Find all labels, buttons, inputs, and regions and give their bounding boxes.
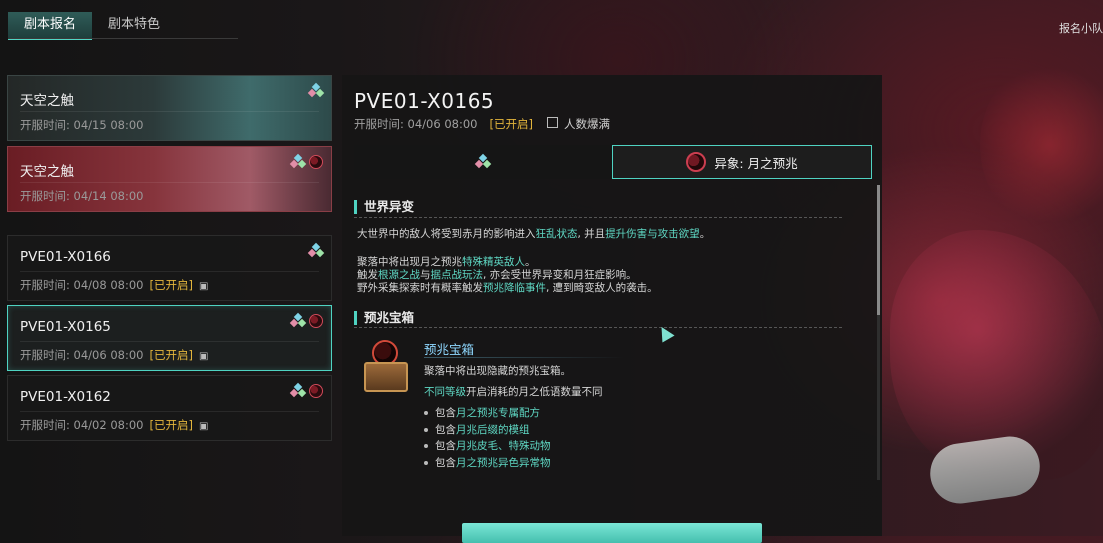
population: 人数爆满 <box>546 116 610 132</box>
team-signup-label[interactable]: 报名小队 <box>1059 20 1103 36</box>
chest-icon <box>360 340 410 392</box>
list-item: 包含 月之预兆专属配方 <box>424 405 551 422</box>
section-divider <box>354 327 842 328</box>
server-item-x0166[interactable]: PVE01-X0166 开服时间: 04/08 08:00 [已开启] ▣ <box>7 235 332 301</box>
server-name: PVE01-X0162 <box>20 389 111 405</box>
tab-script-features[interactable]: 剧本特色 <box>92 12 176 38</box>
chest-title-divider <box>424 357 624 358</box>
list-item: 包含 月兆后缀的模组 <box>424 422 551 439</box>
featured-name: 天空之触 <box>20 93 74 109</box>
server-time-row: 开服时间: 04/02 08:00 [已开启] ▣ <box>20 417 208 433</box>
feature-icons <box>307 242 325 258</box>
feature-icons <box>289 382 323 398</box>
blood-moon-icon <box>686 152 707 172</box>
card-divider <box>20 271 319 272</box>
tab-divider <box>8 38 238 39</box>
section-world-change: 世界异变 <box>354 200 414 214</box>
feature-icons <box>307 82 325 98</box>
lock-icon: ▣ <box>198 351 209 362</box>
crystal-icon <box>307 242 325 258</box>
lock-icon: ▣ <box>198 281 209 292</box>
background-flowers <box>890 230 1103 480</box>
server-time-row: 开服时间: 04/06 08:00 [已开启] ▣ <box>20 347 208 363</box>
chest-cost: 不同等级开启消耗的月之低语数量不同 <box>424 386 603 398</box>
server-status: [已开启] <box>149 418 193 432</box>
background-stone <box>926 432 1044 508</box>
section-divider <box>354 217 842 218</box>
server-time: 开服时间: 04/06 08:00 <box>20 348 144 362</box>
card-divider <box>20 111 319 112</box>
feature-icons <box>289 153 323 169</box>
server-time: 开服时间: 04/02 08:00 <box>20 418 144 432</box>
background-art <box>980 60 1103 230</box>
tab-crystal[interactable] <box>354 145 612 179</box>
chest-desc: 聚落中将出现隐藏的预兆宝箱。 <box>424 365 571 377</box>
blood-moon-icon <box>309 155 323 169</box>
server-status: [已开启] <box>149 278 193 292</box>
server-time-row: 开服时间: 04/08 08:00 [已开启] ▣ <box>20 277 208 293</box>
featured-name: 天空之触 <box>20 164 74 180</box>
world-line-3: 触发根源之战与据点战玩法, 亦会受世界异变和月狂症影响。 <box>357 269 637 281</box>
featured-time: 开服时间: 04/14 08:00 <box>20 189 144 203</box>
feature-tabs: 异象: 月之预兆 <box>354 145 872 179</box>
tab-anomaly-moon[interactable]: 异象: 月之预兆 <box>612 145 872 179</box>
card-divider <box>20 182 319 183</box>
lock-icon: ▣ <box>198 421 209 432</box>
server-item-x0165[interactable]: PVE01-X0165 开服时间: 04/06 08:00 [已开启] ▣ <box>7 305 332 371</box>
card-divider <box>20 411 319 412</box>
crystal-icon <box>289 382 307 398</box>
person-icon <box>546 117 558 128</box>
server-status: [已开启] <box>149 348 193 362</box>
list-item: 包含 月兆皮毛、特殊动物 <box>424 438 551 455</box>
featured-time: 开服时间: 04/15 08:00 <box>20 118 144 132</box>
server-detail-panel: PVE01-X0165 开服时间: 04/06 08:00 [已开启] 人数爆满… <box>342 75 882 536</box>
world-line-1: 大世界中的敌人将受到赤月的影响进入狂乱状态, 并且提升伤害与攻击欲望。 <box>357 228 711 240</box>
card-divider <box>20 341 319 342</box>
crystal-icon <box>289 153 307 169</box>
section-omen-chest: 预兆宝箱 <box>354 311 414 325</box>
server-name: PVE01-X0166 <box>20 249 111 265</box>
detail-scroll-thumb[interactable] <box>877 185 880 315</box>
server-item-x0162[interactable]: PVE01-X0162 开服时间: 04/02 08:00 [已开启] ▣ <box>7 375 332 441</box>
chest-contents: 包含 月之预兆专属配方 包含 月兆后缀的模组 包含 月兆皮毛、特殊动物 包含 月之预兆异… <box>424 405 551 471</box>
world-line-4: 野外采集探索时有概率触发预兆降临事件, 遭到畸变敌人的袭击。 <box>357 282 658 294</box>
blood-moon-icon <box>309 384 323 398</box>
crystal-icon <box>307 82 325 98</box>
server-name: PVE01-X0165 <box>20 319 111 335</box>
signup-button[interactable] <box>462 523 762 543</box>
chest-title: 预兆宝箱 <box>424 342 475 357</box>
server-meta: 开服时间: 04/06 08:00 [已开启] 人数爆满 <box>354 116 610 132</box>
featured-card-1[interactable]: 天空之触 开服时间: 04/15 08:00 <box>7 75 332 141</box>
crystal-icon <box>474 153 492 169</box>
crystal-icon <box>289 312 307 328</box>
server-status: [已开启] <box>489 117 533 131</box>
population-label: 人数爆满 <box>563 117 610 131</box>
world-line-2: 聚落中将出现月之预兆特殊精英敌人。 <box>357 256 536 268</box>
tab-anomaly-label: 异象: 月之预兆 <box>714 155 798 171</box>
list-item: 包含 月之预兆异色异常物 <box>424 455 551 472</box>
server-open-time: 开服时间: 04/06 08:00 <box>354 117 478 131</box>
server-time: 开服时间: 04/08 08:00 <box>20 278 144 292</box>
featured-card-2[interactable]: 天空之触 开服时间: 04/14 08:00 <box>7 146 332 212</box>
tab-script-signup[interactable]: 剧本报名 <box>8 12 93 40</box>
feature-icons <box>289 312 323 328</box>
top-tab-bar: 剧本报名 剧本特色 <box>8 12 176 40</box>
blood-moon-icon <box>309 314 323 328</box>
server-title: PVE01-X0165 <box>354 89 495 113</box>
